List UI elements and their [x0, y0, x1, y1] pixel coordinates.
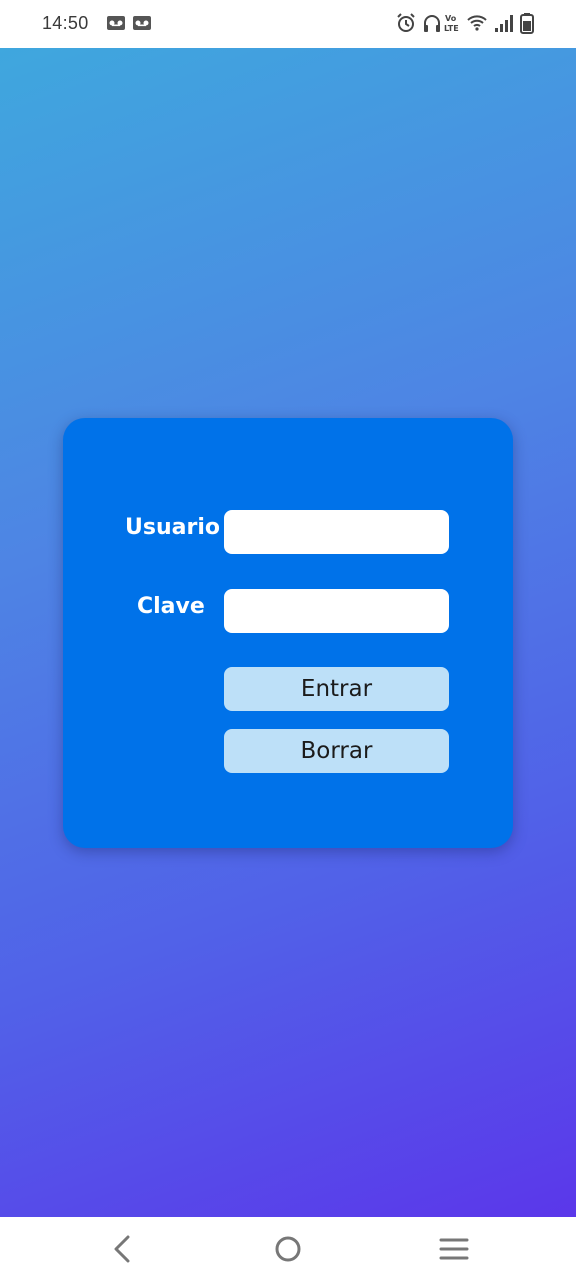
signal-icon — [495, 15, 513, 32]
battery-icon — [520, 13, 534, 34]
back-icon[interactable] — [104, 1231, 140, 1267]
home-icon[interactable] — [270, 1231, 306, 1267]
svg-text:Vo: Vo — [445, 14, 457, 23]
navigation-bar — [0, 1217, 576, 1280]
status-time: 14:50 — [42, 13, 89, 33]
status-bar: 14:50 Vo LTE — [0, 0, 576, 48]
submit-button[interactable]: Entrar — [224, 667, 449, 711]
alarm-icon — [397, 13, 415, 32]
svg-text:LTE: LTE — [444, 24, 459, 33]
voicemail-icon — [107, 16, 125, 30]
voicemail-icon — [133, 16, 151, 30]
password-input[interactable] — [224, 589, 449, 633]
password-label: Clave — [137, 594, 205, 619]
username-label: Usuario — [125, 515, 220, 540]
clear-button[interactable]: Borrar — [224, 729, 449, 773]
login-screen: Usuario Clave Entrar Borrar — [0, 48, 576, 1217]
wifi-icon — [467, 15, 487, 31]
menu-icon[interactable] — [436, 1231, 472, 1267]
volte-icon: Vo LTE — [444, 14, 459, 33]
login-card: Usuario Clave Entrar Borrar — [63, 418, 513, 848]
username-input[interactable] — [224, 510, 449, 554]
headphones-icon — [424, 15, 440, 32]
